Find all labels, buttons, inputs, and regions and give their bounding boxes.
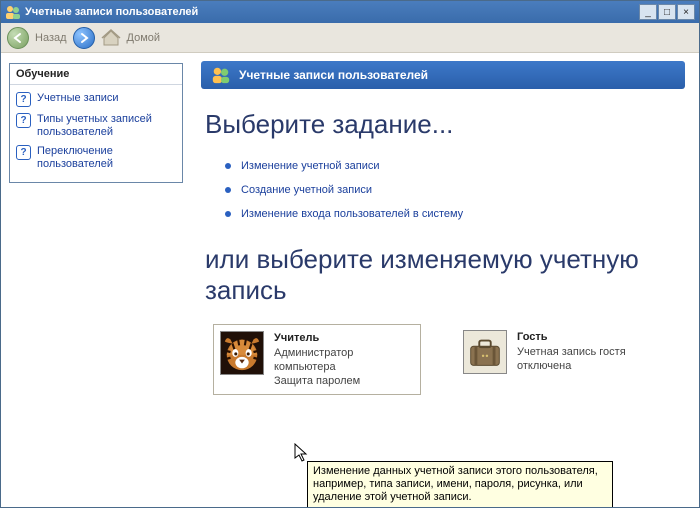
content-header: Учетные записи пользователей [201, 61, 685, 89]
users-icon [5, 4, 21, 20]
main: Учетные записи пользователей Выберите за… [191, 53, 699, 507]
task-create-account[interactable]: Создание учетной записи [225, 178, 685, 202]
sidebar-item-label: Переключение пользователей [37, 145, 176, 171]
window-title: Учетные записи пользователей [25, 6, 638, 18]
home-icon[interactable] [101, 29, 121, 47]
bullet-icon [225, 163, 231, 169]
bullet-icon [225, 211, 231, 217]
close-button[interactable]: × [677, 4, 695, 20]
task-change-account[interactable]: Изменение учетной записи [225, 154, 685, 178]
account-text: Учитель Администратор компьютера Защита … [274, 331, 410, 388]
content-header-title: Учетные записи пользователей [239, 68, 428, 82]
account-teacher[interactable]: Учитель Администратор компьютера Защита … [213, 324, 421, 395]
tooltip: Изменение данных учетной записи этого по… [307, 461, 613, 507]
task-label: Создание учетной записи [241, 184, 372, 196]
task-list: Изменение учетной записи Создание учетно… [225, 154, 685, 226]
account-status: Учетная запись гостя отключена [517, 345, 631, 373]
window-buttons: _ □ × [638, 4, 695, 20]
sidebar-item-label: Учетные записи [37, 92, 119, 105]
forward-button[interactable] [73, 27, 95, 49]
account-role: Администратор компьютера [274, 346, 410, 374]
help-icon: ? [16, 145, 31, 160]
accounts-heading: или выберите изменяемую учетную запись [205, 244, 685, 306]
sidebar-panel: Обучение ? Учетные записи ? Типы учетных… [9, 63, 183, 183]
help-icon: ? [16, 92, 31, 107]
users-icon [211, 65, 231, 85]
accounts-list: Учитель Администратор компьютера Защита … [213, 324, 685, 395]
account-status: Защита паролем [274, 374, 410, 388]
task-change-logon[interactable]: Изменение входа пользователей в систему [225, 202, 685, 226]
task-label: Изменение учетной записи [241, 160, 380, 172]
avatar-suitcase [463, 330, 507, 374]
avatar-tiger [220, 331, 264, 375]
account-name: Учитель [274, 331, 410, 345]
help-icon: ? [16, 113, 31, 128]
maximize-button[interactable]: □ [658, 4, 676, 20]
task-label: Изменение входа пользователей в систему [241, 208, 463, 220]
account-name: Гость [517, 330, 631, 344]
window: Учетные записи пользователей _ □ × Назад… [0, 0, 700, 508]
sidebar: Обучение ? Учетные записи ? Типы учетных… [1, 53, 191, 507]
back-label: Назад [35, 32, 67, 44]
sidebar-item-accounts[interactable]: ? Учетные записи [16, 89, 176, 110]
account-guest[interactable]: Гость Учетная запись гостя отключена [457, 324, 637, 395]
navbar: Назад Домой [1, 23, 699, 53]
sidebar-item-switch-users[interactable]: ? Переключение пользователей [16, 142, 176, 174]
sidebar-heading: Обучение [10, 64, 182, 85]
titlebar: Учетные записи пользователей _ □ × [1, 1, 699, 23]
back-button[interactable] [7, 27, 29, 49]
sidebar-item-account-types[interactable]: ? Типы учетных записей пользователей [16, 110, 176, 142]
home-label: Домой [127, 32, 161, 44]
sidebar-item-label: Типы учетных записей пользователей [37, 113, 176, 139]
account-text: Гость Учетная запись гостя отключена [517, 330, 631, 373]
minimize-button[interactable]: _ [639, 4, 657, 20]
body: Обучение ? Учетные записи ? Типы учетных… [1, 53, 699, 507]
sidebar-links: ? Учетные записи ? Типы учетных записей … [10, 85, 182, 182]
page-title: Выберите задание... [205, 109, 685, 140]
bullet-icon [225, 187, 231, 193]
